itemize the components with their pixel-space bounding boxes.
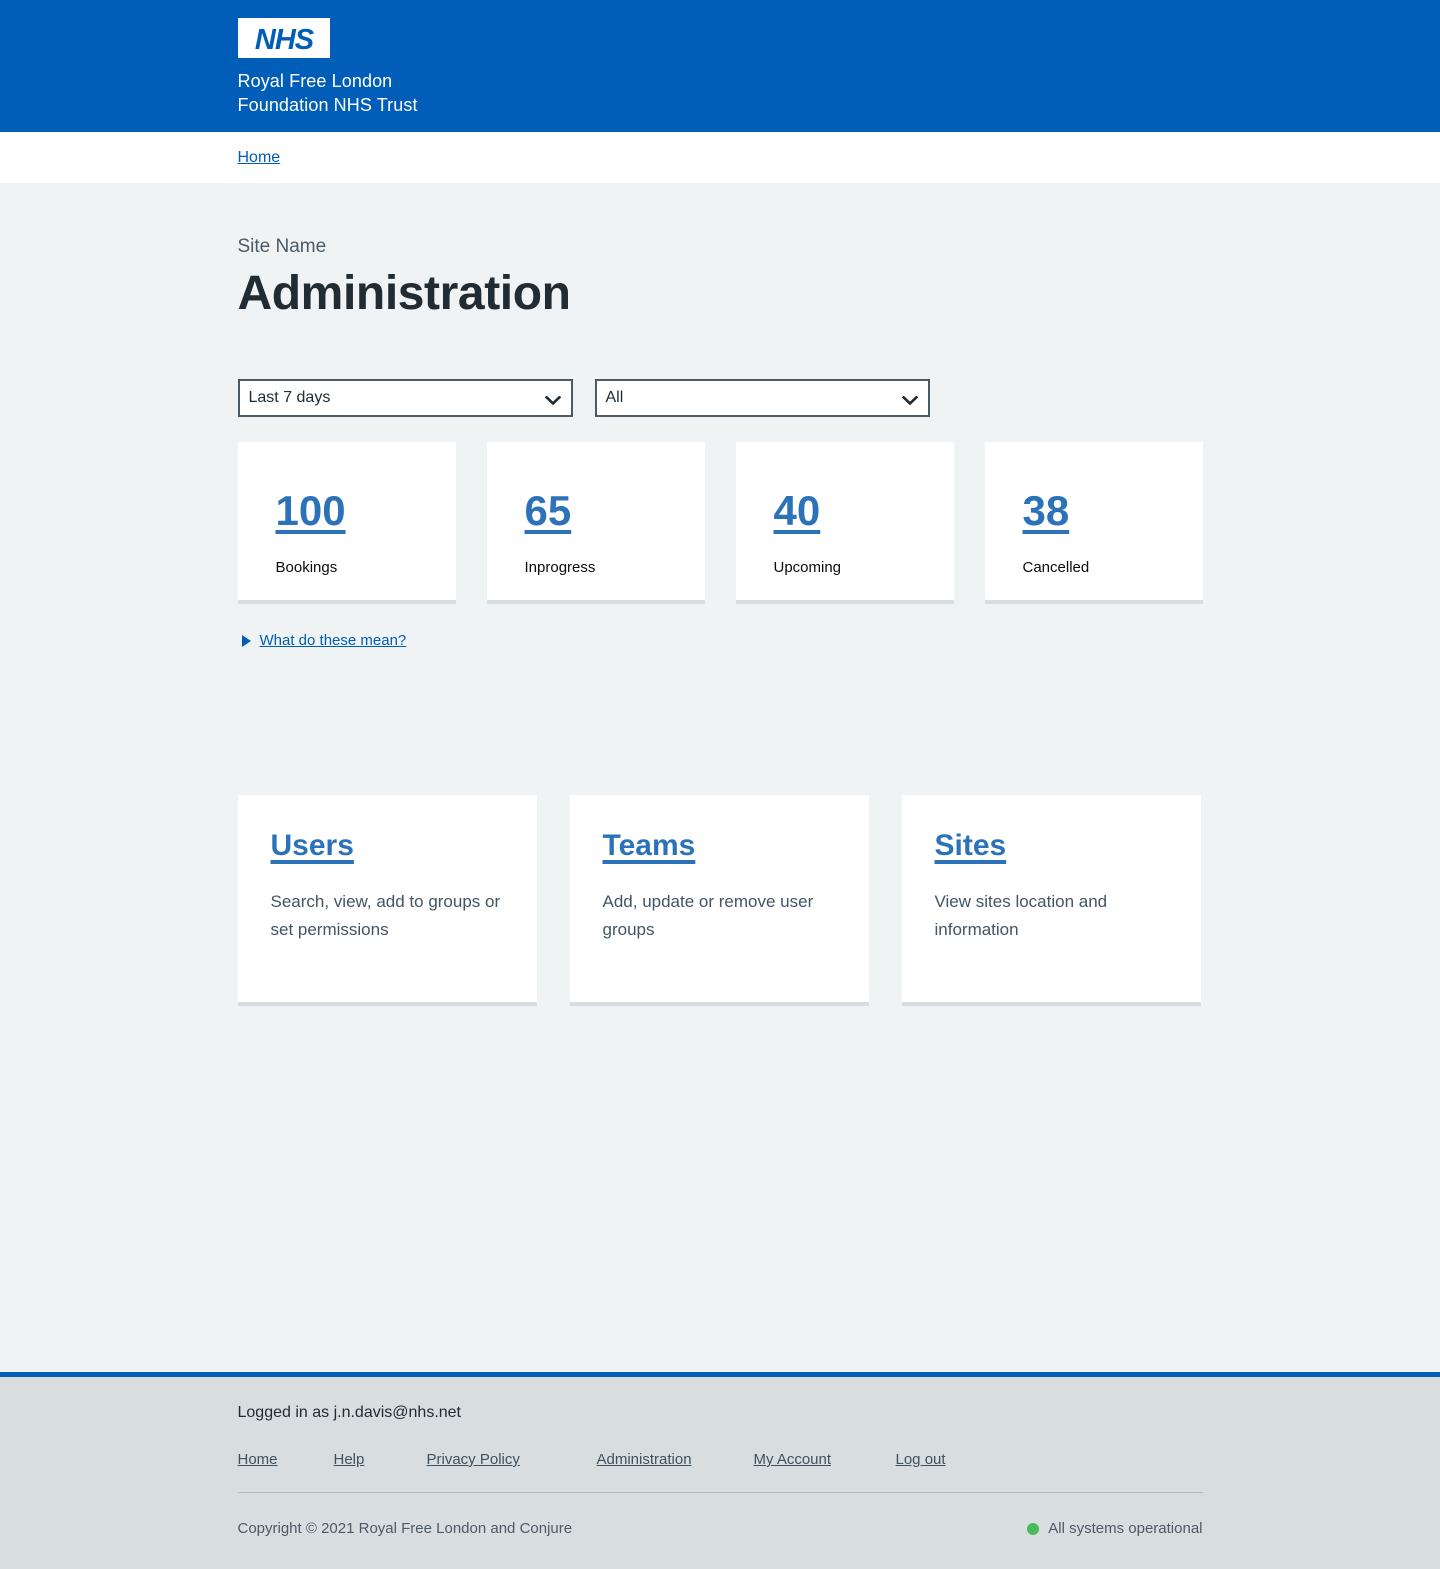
- nav-card-description: View sites location and information: [934, 892, 1108, 939]
- stat-value-link[interactable]: 40: [774, 488, 821, 534]
- stat-card-grid: 100 Bookings 65 Inprogress 40 Upcoming 3…: [237, 442, 1203, 600]
- stat-value-link[interactable]: 65: [525, 488, 572, 534]
- org-name-line1: Royal Free London: [237, 71, 393, 91]
- stat-label: Cancelled: [1022, 559, 1090, 576]
- scope-select-value: All: [605, 389, 624, 406]
- footer-link-home[interactable]: Home: [238, 1451, 334, 1468]
- stat-value-link[interactable]: 100: [276, 488, 346, 534]
- footer-link-administration[interactable]: Administration: [597, 1451, 754, 1468]
- logged-in-status: Logged in as j.n.davis@nhs.net: [237, 1404, 462, 1421]
- nav-card-description: Search, view, add to groups or set permi…: [270, 892, 501, 939]
- footer-link-list: Home Help Privacy Policy Administration …: [238, 1451, 1203, 1468]
- stat-value-link[interactable]: 38: [1023, 488, 1070, 534]
- system-status-label: All systems operational: [1048, 1520, 1203, 1537]
- footer-link-privacy-policy[interactable]: Privacy Policy: [427, 1451, 597, 1468]
- site-footer: Logged in as j.n.davis@nhs.net Home Help…: [0, 1372, 1440, 1569]
- footer-link-help[interactable]: Help: [334, 1451, 427, 1468]
- stat-card-upcoming[interactable]: 40 Upcoming: [735, 442, 954, 600]
- period-select[interactable]: Last 7 days: [237, 379, 573, 417]
- period-select-value: Last 7 days: [248, 389, 331, 406]
- footer-divider: [237, 1492, 1203, 1493]
- org-name-line2: Foundation NHS Trust: [237, 95, 418, 115]
- stat-card-bookings[interactable]: 100 Bookings: [237, 442, 456, 600]
- nav-card-title-link[interactable]: Teams: [603, 827, 696, 865]
- triangle-right-icon: [241, 634, 251, 647]
- stat-label: Upcoming: [773, 559, 842, 576]
- footer-link-log-out[interactable]: Log out: [896, 1451, 946, 1468]
- nav-card-title-link[interactable]: Users: [271, 827, 354, 865]
- nav-card-users[interactable]: Users Search, view, add to groups or set…: [237, 795, 537, 1002]
- stat-label: Inprogress: [524, 559, 596, 576]
- breadcrumb-link-home[interactable]: Home: [238, 149, 281, 166]
- scope-select[interactable]: All: [594, 379, 930, 417]
- svg-text:NHS: NHS: [254, 24, 314, 56]
- stat-card-cancelled[interactable]: 38 Cancelled: [984, 442, 1203, 600]
- breadcrumb: Home: [0, 132, 1440, 183]
- copyright-text: Copyright © 2021 Royal Free London and C…: [237, 1520, 573, 1537]
- nav-card-sites[interactable]: Sites View sites location and informatio…: [901, 795, 1201, 1002]
- page-caption: Site Name: [237, 236, 327, 257]
- filter-bar: Last 7 days All: [237, 379, 1203, 417]
- main-content: Site Name Administration Last 7 days All: [0, 183, 1440, 1321]
- nav-card-teams[interactable]: Teams Add, update or remove user groups: [569, 795, 869, 1002]
- nav-card-grid: Users Search, view, add to groups or set…: [237, 795, 1203, 1002]
- nav-card-description: Add, update or remove user groups: [602, 892, 814, 939]
- footer-link-my-account[interactable]: My Account: [754, 1451, 896, 1468]
- site-header: NHS Royal Free London Foundation NHS Tru…: [0, 0, 1440, 132]
- page-title: Administration: [237, 267, 571, 320]
- details-summary-label[interactable]: What do these mean?: [260, 632, 407, 649]
- status-dot-icon: [1027, 1523, 1040, 1535]
- organisation-name: Royal Free London Foundation NHS Trust: [238, 69, 1203, 117]
- nav-card-title-link[interactable]: Sites: [935, 827, 1007, 865]
- system-status: All systems operational: [1027, 1519, 1203, 1539]
- nhs-logo[interactable]: NHS: [237, 18, 330, 58]
- stat-label: Bookings: [275, 559, 338, 576]
- stat-card-inprogress[interactable]: 65 Inprogress: [486, 442, 705, 600]
- details-disclosure[interactable]: What do these mean?: [238, 632, 407, 649]
